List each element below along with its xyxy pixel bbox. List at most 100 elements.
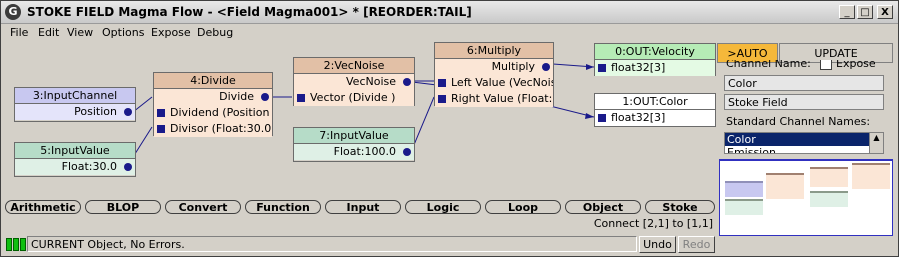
minimap-node <box>766 173 804 199</box>
node-body: Divide Dividend (Position ) Divisor (Flo… <box>154 89 272 137</box>
category-stoke-button[interactable]: Stoke <box>645 200 715 214</box>
category-object-button[interactable]: Object <box>565 200 641 214</box>
output-socket-icon[interactable] <box>261 93 269 101</box>
category-loop-button[interactable]: Loop <box>485 200 561 214</box>
minimap-node <box>852 163 890 189</box>
input-label: Right Value (Float:100.0 ) <box>451 92 553 105</box>
input-row: Vector (Divide ) <box>294 90 414 106</box>
menu-edit[interactable]: Edit <box>38 26 59 39</box>
output-socket-icon[interactable] <box>124 163 132 171</box>
category-arithmetic-button[interactable]: Arithmetic <box>5 200 81 214</box>
window-title: STOKE FIELD Magma Flow - <Field Magma001… <box>27 5 472 19</box>
node-title: 6:Multiply <box>435 43 553 59</box>
node-body: float32[3] <box>595 60 715 76</box>
minimap-node <box>725 199 763 215</box>
node-title: 1:OUT:Color <box>595 94 715 110</box>
output-socket-icon[interactable] <box>403 78 411 86</box>
category-input-button[interactable]: Input <box>325 200 401 214</box>
node-body: Multiply Left Value (VecNoise ) Right Va… <box>435 59 553 107</box>
category-function-button[interactable]: Function <box>245 200 321 214</box>
magma-flow-window: G STOKE FIELD Magma Flow - <Field Magma0… <box>0 0 899 257</box>
node-input-channel[interactable]: 3:InputChannel Position <box>14 87 136 122</box>
input-socket-icon[interactable] <box>157 125 165 133</box>
menu-bar: File Edit View Options Expose Debug <box>1 24 716 42</box>
node-title: 7:InputValue <box>294 128 414 144</box>
expose-checkbox[interactable] <box>820 60 832 70</box>
minimap-node <box>725 181 763 197</box>
node-out-velocity[interactable]: 0:OUT:Velocity float32[3] <box>594 43 716 76</box>
title-bar[interactable]: G STOKE FIELD Magma Flow - <Field Magma0… <box>1 1 898 24</box>
app-logo-icon: G <box>5 4 21 20</box>
redo-button[interactable]: Redo <box>678 236 715 253</box>
channel-name-label: Channel Name: <box>726 60 811 70</box>
wire-arrow-velocity <box>586 64 594 70</box>
category-logic-button[interactable]: Logic <box>405 200 481 214</box>
maximize-button[interactable]: □ <box>857 5 873 19</box>
minimize-button[interactable]: _ <box>839 5 855 19</box>
standard-names-label: Standard Channel Names: <box>726 115 871 128</box>
output-socket-icon[interactable] <box>403 148 411 156</box>
node-graph-canvas[interactable]: 3:InputChannel Position 5:InputValue Flo… <box>4 42 716 197</box>
output-row: VecNoise <box>294 74 414 90</box>
menu-expose[interactable]: Expose <box>151 26 191 39</box>
minimap-node <box>810 167 848 187</box>
input-socket-icon[interactable] <box>438 79 446 87</box>
node-body: Position <box>15 104 135 120</box>
menu-view[interactable]: View <box>67 26 93 39</box>
list-item-selected[interactable]: Color <box>725 133 883 146</box>
undo-button[interactable]: Undo <box>639 236 676 253</box>
node-input-value-5[interactable]: 5:InputValue Float:30.0 <box>14 142 136 177</box>
output-label: Float:100.0 <box>333 145 396 158</box>
input-label: float32[3] <box>611 111 666 124</box>
status-ok-indicator-icon <box>6 238 12 251</box>
output-label: Position <box>74 105 117 118</box>
input-socket-icon[interactable] <box>598 64 606 72</box>
output-row: Divide <box>154 89 272 105</box>
node-title: 3:InputChannel <box>15 88 135 104</box>
side-panel: >AUTO UPDATE Channel Name: Expose Color … <box>716 42 897 255</box>
input-label: float32[3] <box>611 61 666 74</box>
input-row: Dividend (Position ) <box>154 105 272 121</box>
menu-debug[interactable]: Debug <box>197 26 233 39</box>
channel-name-input[interactable]: Color <box>724 75 884 91</box>
node-title: 2:VecNoise <box>294 58 414 74</box>
status-ok-indicator-icon <box>13 238 19 251</box>
standard-names-list[interactable]: Color Emission ▲ <box>724 132 884 154</box>
expose-label: Expose <box>836 60 876 70</box>
menu-options[interactable]: Options <box>102 26 144 39</box>
input-label: Divisor (Float:30.0 ) <box>170 122 272 135</box>
field-name-input[interactable]: Stoke Field <box>724 94 884 110</box>
category-convert-button[interactable]: Convert <box>165 200 241 214</box>
input-label: Left Value (VecNoise ) <box>451 76 553 89</box>
output-socket-icon[interactable] <box>542 63 550 71</box>
close-button[interactable]: X <box>877 5 893 19</box>
input-label: Vector (Divide ) <box>310 91 396 104</box>
node-multiply[interactable]: 6:Multiply Multiply Left Value (VecNoise… <box>434 42 554 107</box>
input-label: Dividend (Position ) <box>170 106 272 119</box>
output-label: VecNoise <box>346 75 396 88</box>
input-socket-icon[interactable] <box>157 109 165 117</box>
connect-status-text: Connect [2,1] to [1,1] <box>593 217 713 230</box>
input-socket-icon[interactable] <box>438 95 446 103</box>
minimap-node <box>810 191 848 207</box>
status-message: CURRENT Object, No Errors. <box>27 236 637 252</box>
node-title: 4:Divide <box>154 73 272 89</box>
node-input-value-7[interactable]: 7:InputValue Float:100.0 <box>293 127 415 162</box>
input-socket-icon[interactable] <box>297 94 305 102</box>
list-item[interactable]: Emission <box>725 146 883 153</box>
status-bar: CURRENT Object, No Errors. Undo Redo <box>1 234 716 254</box>
input-socket-icon[interactable] <box>598 114 606 122</box>
node-title: 5:InputValue <box>15 143 135 159</box>
node-body: float32[3] <box>595 110 715 126</box>
node-divide[interactable]: 4:Divide Divide Dividend (Position ) Div… <box>153 72 273 137</box>
menu-file[interactable]: File <box>10 26 28 39</box>
output-socket-icon[interactable] <box>124 108 132 116</box>
node-out-color[interactable]: 1:OUT:Color float32[3] <box>594 93 716 127</box>
category-blop-button[interactable]: BLOP <box>85 200 161 214</box>
node-vecnoise[interactable]: 2:VecNoise VecNoise Vector (Divide ) <box>293 57 415 106</box>
input-row: Right Value (Float:100.0 ) <box>435 91 553 107</box>
output-label: Divide <box>219 90 254 103</box>
node-minimap-preview[interactable] <box>719 159 893 236</box>
scroll-up-arrow-icon[interactable]: ▲ <box>869 133 883 153</box>
output-label: Multiply <box>491 60 535 73</box>
